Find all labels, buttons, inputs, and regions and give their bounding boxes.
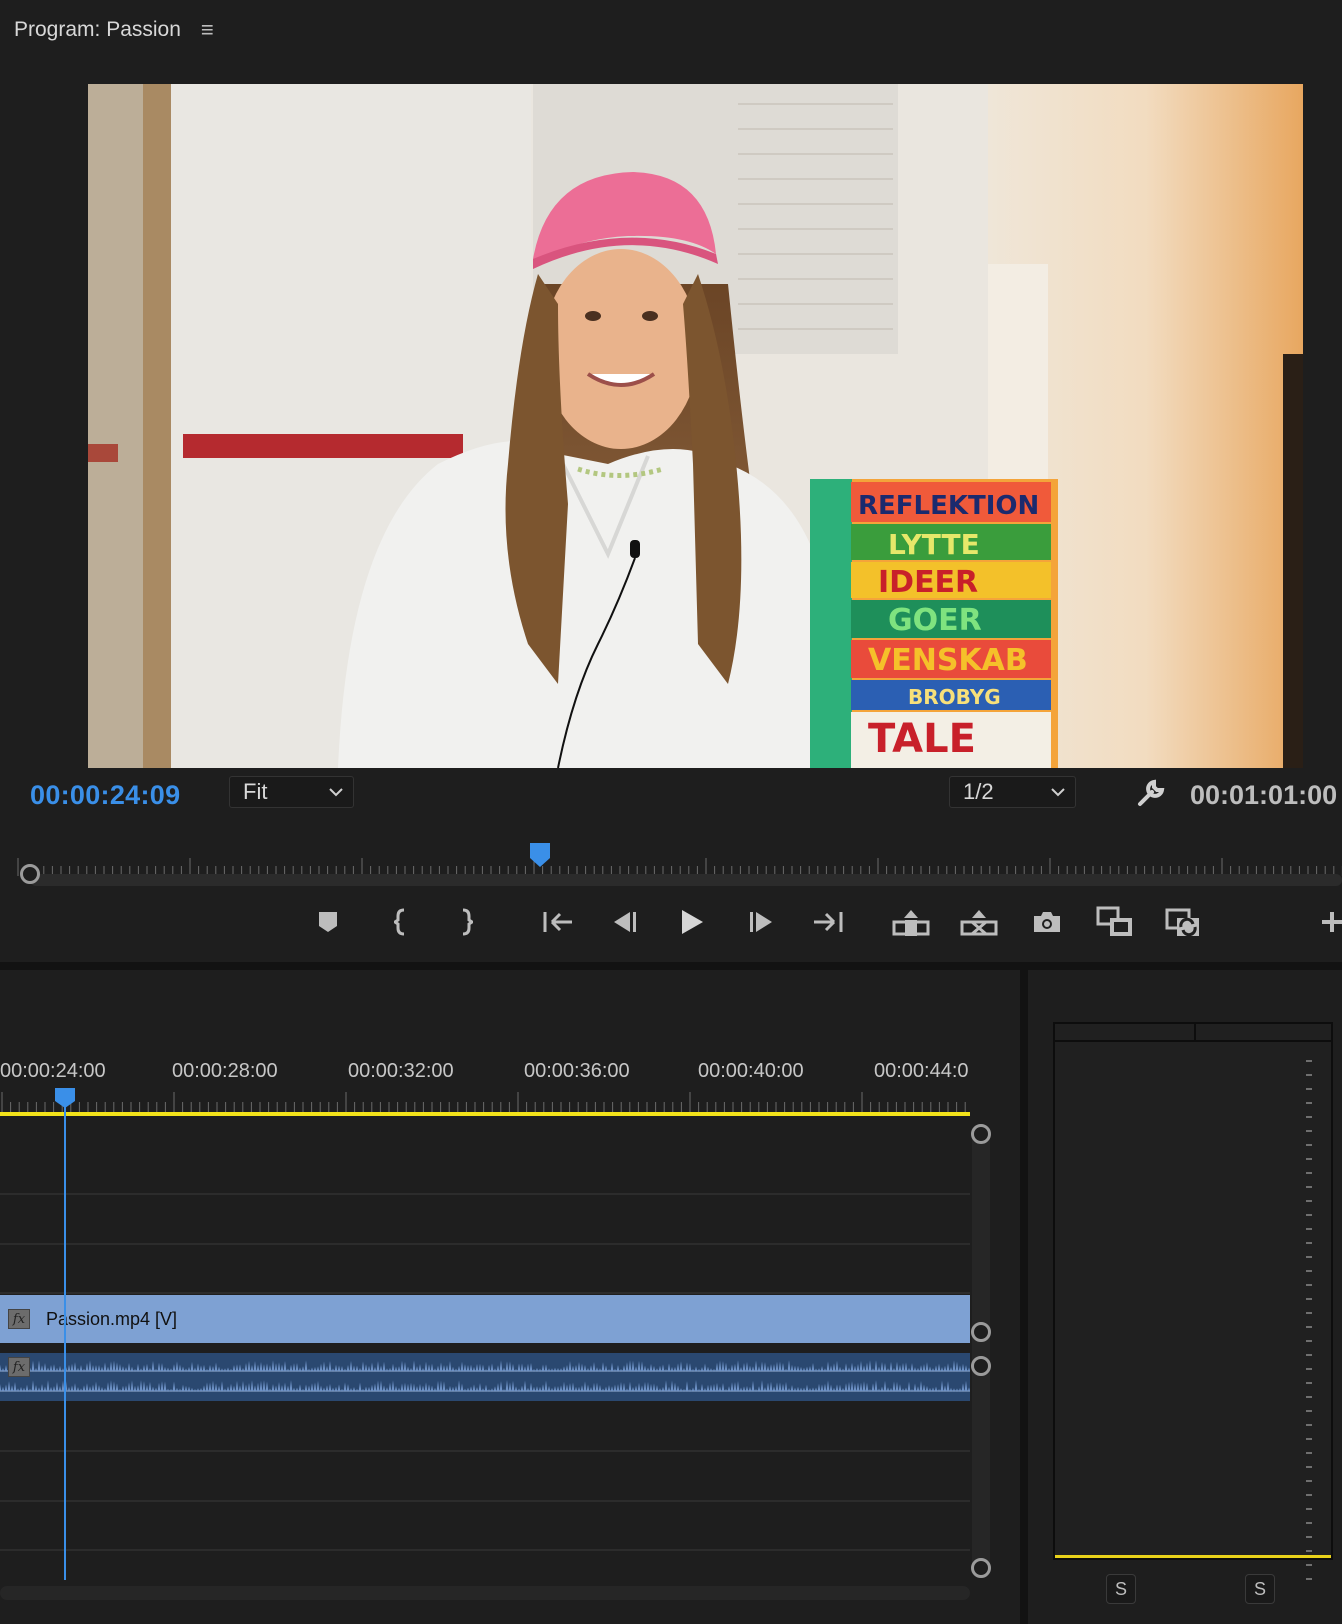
button-editor-button[interactable] bbox=[1310, 900, 1342, 944]
step-forward-icon bbox=[750, 912, 772, 932]
panel-title: Program: Passion bbox=[14, 18, 181, 41]
lift-icon bbox=[892, 910, 930, 936]
meter-separator bbox=[1194, 1024, 1196, 1042]
panel-divider[interactable] bbox=[0, 962, 1342, 970]
playhead-head[interactable] bbox=[54, 1087, 76, 1109]
ruler-label: 00:00:36:00 bbox=[524, 1060, 630, 1082]
scroll-handle-bottom[interactable] bbox=[971, 1558, 991, 1578]
play-button[interactable] bbox=[670, 900, 714, 944]
scroll-handle[interactable] bbox=[971, 1322, 991, 1342]
panel-divider-vertical[interactable] bbox=[1020, 970, 1028, 1624]
plus-icon bbox=[1322, 912, 1342, 932]
track-divider bbox=[0, 1292, 970, 1294]
fx-badge[interactable]: fx bbox=[8, 1357, 30, 1377]
work-area-bar[interactable] bbox=[0, 1112, 970, 1116]
track-divider bbox=[0, 1193, 970, 1195]
mark-out-button[interactable] bbox=[443, 900, 487, 944]
meter-header bbox=[1055, 1024, 1331, 1042]
ruler-label: 00:00:24:00 bbox=[0, 1060, 106, 1082]
ruler-label: 00:00:44:0 bbox=[874, 1060, 969, 1082]
extract-icon bbox=[960, 910, 998, 936]
poster-text: TALE bbox=[868, 716, 976, 762]
toggle-proxies-button[interactable] bbox=[1161, 900, 1205, 944]
marker-icon bbox=[319, 912, 337, 932]
program-monitor-panel: Program: Passion ≡ REFLEKTION LYTTE IDEE… bbox=[0, 0, 1342, 962]
track-divider bbox=[0, 1500, 970, 1502]
wrench-icon[interactable] bbox=[1136, 778, 1166, 808]
lift-button[interactable] bbox=[889, 900, 933, 944]
audio-clip[interactable]: fx bbox=[0, 1353, 970, 1401]
comparison-icon bbox=[1096, 906, 1132, 936]
resolution-select[interactable]: 1/2 bbox=[949, 776, 1076, 808]
scroll-handle-top[interactable] bbox=[971, 1124, 991, 1144]
timeline-ruler[interactable]: 00:00:24:00 00:00:28:00 00:00:32:00 00:0… bbox=[0, 1060, 970, 1140]
track-divider bbox=[0, 1549, 970, 1551]
zoom-handle[interactable] bbox=[20, 864, 40, 884]
panel-header: Program: Passion ≡ bbox=[0, 0, 1342, 60]
vertical-scrollbar[interactable] bbox=[972, 1130, 990, 1570]
go-to-in-icon bbox=[543, 912, 572, 932]
horizontal-scrollbar[interactable] bbox=[0, 1586, 970, 1600]
video-preview: REFLEKTION LYTTE IDEER GOER VENSKAB BROB… bbox=[88, 84, 1303, 768]
camera-icon bbox=[1034, 912, 1060, 932]
extract-button[interactable] bbox=[957, 900, 1001, 944]
chevron-down-icon bbox=[1051, 788, 1065, 797]
go-to-out-button[interactable] bbox=[806, 900, 850, 944]
solo-button-left[interactable]: S bbox=[1106, 1574, 1136, 1604]
ruler-label: 00:00:40:00 bbox=[698, 1060, 804, 1082]
zoom-scroll-bar[interactable] bbox=[30, 874, 1342, 886]
mark-in-icon bbox=[394, 908, 405, 936]
step-forward-button[interactable] bbox=[740, 900, 784, 944]
hamburger-icon[interactable]: ≡ bbox=[201, 19, 214, 41]
step-back-icon bbox=[614, 912, 636, 932]
poster-text: BROBYG bbox=[908, 685, 1001, 709]
meter-scale bbox=[1306, 1060, 1312, 1580]
transport-controls bbox=[0, 890, 1342, 954]
chevron-down-icon bbox=[329, 788, 343, 797]
ruler-label: 00:00:32:00 bbox=[348, 1060, 454, 1082]
audio-meter bbox=[1053, 1022, 1333, 1560]
go-to-out-icon bbox=[814, 912, 843, 932]
poster-text: GOER bbox=[888, 603, 982, 638]
ruler-label: 00:00:28:00 bbox=[172, 1060, 278, 1082]
monitor-controls-row: 00:00:24:09 Fit 1/2 00:01:01:00 bbox=[0, 772, 1342, 816]
zoom-select[interactable]: Fit bbox=[229, 776, 354, 808]
poster-text: REFLEKTION bbox=[858, 491, 1039, 521]
monitor-scrub-bar[interactable] bbox=[0, 830, 1342, 890]
mark-in-button[interactable] bbox=[380, 900, 424, 944]
add-marker-button[interactable] bbox=[306, 900, 350, 944]
poster-text: LYTTE bbox=[888, 528, 980, 561]
meter-level bbox=[1055, 1555, 1331, 1558]
track-divider bbox=[0, 1450, 970, 1452]
resolution-select-value: 1/2 bbox=[963, 779, 994, 804]
audio-waveform bbox=[0, 1360, 970, 1392]
mark-out-icon bbox=[462, 908, 473, 936]
go-to-in-button[interactable] bbox=[536, 900, 580, 944]
proxy-icon bbox=[1165, 908, 1199, 937]
current-timecode[interactable]: 00:00:24:09 bbox=[30, 780, 180, 811]
fx-badge[interactable]: fx bbox=[8, 1309, 30, 1329]
comparison-view-button[interactable] bbox=[1093, 900, 1137, 944]
step-back-button[interactable] bbox=[602, 900, 646, 944]
solo-button-right[interactable]: S bbox=[1245, 1574, 1275, 1604]
play-icon bbox=[682, 910, 703, 934]
timeline-playhead[interactable] bbox=[64, 1088, 66, 1580]
track-divider bbox=[0, 1243, 970, 1245]
playhead-marker[interactable] bbox=[529, 842, 551, 868]
scroll-handle[interactable] bbox=[971, 1356, 991, 1376]
poster-text: IDEER bbox=[878, 565, 978, 600]
audio-meters-panel bbox=[1028, 970, 1342, 1624]
poster-text: VENSKAB bbox=[868, 643, 1028, 678]
duration-timecode: 00:01:01:00 bbox=[1190, 780, 1338, 810]
export-frame-button[interactable] bbox=[1025, 900, 1069, 944]
zoom-select-value: Fit bbox=[243, 779, 268, 804]
video-clip[interactable]: fx Passion.mp4 [V] bbox=[0, 1295, 970, 1343]
